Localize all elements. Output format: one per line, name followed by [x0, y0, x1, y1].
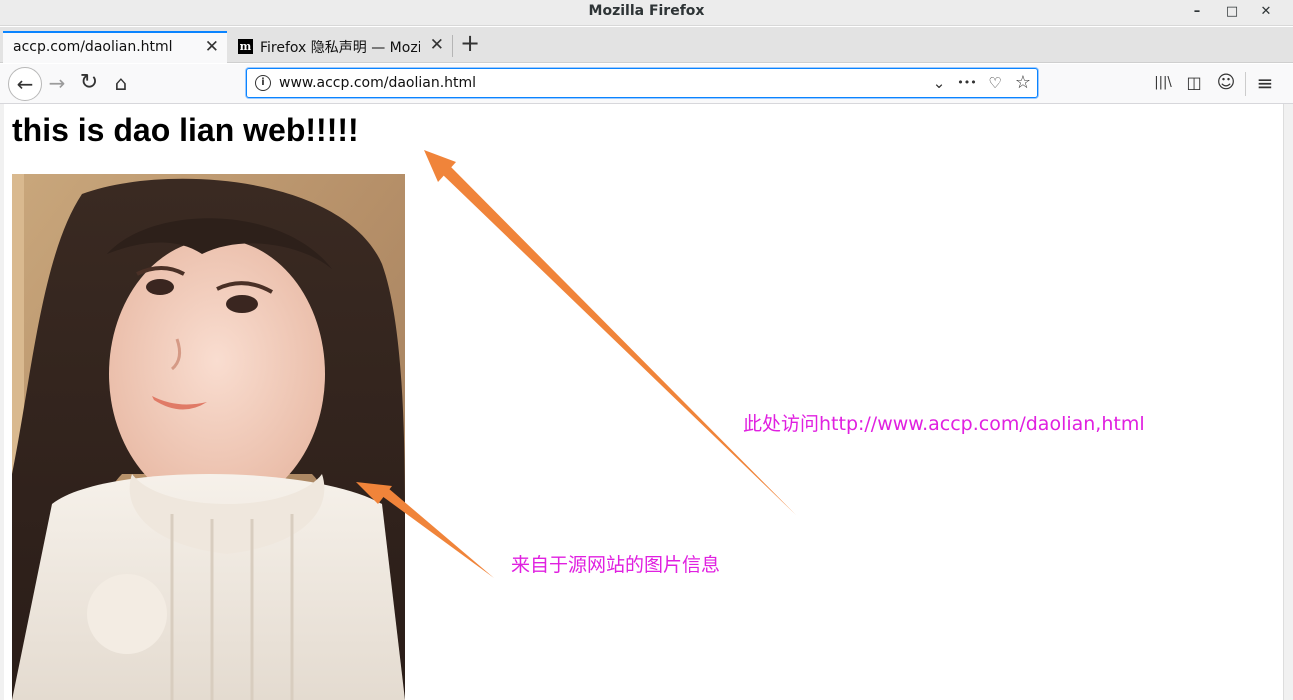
right-edge	[1283, 104, 1293, 700]
reload-button[interactable]: ↻	[74, 68, 104, 98]
chevron-down-icon[interactable]: ⌄	[927, 72, 951, 94]
tab-firefox-privacy[interactable]: m Firefox 隐私声明 — Mozilla ✕	[230, 31, 452, 63]
close-window-button[interactable]: ✕	[1255, 2, 1277, 22]
site-info-icon[interactable]: i	[255, 75, 271, 91]
toolbar-separator	[1245, 72, 1246, 96]
annotation-image-source: 来自于源网站的图片信息	[511, 554, 721, 576]
close-tab-icon[interactable]: ✕	[430, 35, 444, 55]
arrow-to-heading-shaft	[442, 166, 796, 515]
pocket-icon[interactable]: ♡	[983, 72, 1007, 94]
mozilla-favicon-icon: m	[238, 39, 253, 54]
annotation-access-url: 此处访问http://www.accp.com/daolian,html	[743, 413, 1145, 435]
hotlinked-photo	[12, 174, 405, 700]
page-heading: this is dao lian web!!!!!	[12, 112, 359, 148]
tab-label: Firefox 隐私声明 — Mozilla	[260, 40, 420, 56]
library-icon[interactable]: |||\	[1150, 70, 1176, 96]
minimize-button[interactable]: –	[1186, 2, 1208, 22]
close-tab-icon[interactable]: ✕	[205, 37, 219, 57]
navigation-toolbar: ← → ↻ ⌂ i ⌄ ••• ♡ ☆ |||\ ◫ ☺ ≡	[0, 64, 1293, 104]
page-actions-icon[interactable]: •••	[955, 72, 979, 94]
tab-label: accp.com/daolian.html	[13, 39, 173, 55]
arrow-to-heading-head	[424, 150, 456, 182]
maximize-button[interactable]: □	[1221, 2, 1243, 22]
photo-illustration	[12, 174, 405, 700]
tab-separator	[452, 35, 453, 57]
back-button[interactable]: ←	[8, 67, 42, 101]
menu-icon[interactable]: ≡	[1252, 70, 1278, 96]
url-bar[interactable]: i ⌄ ••• ♡ ☆	[246, 68, 1038, 98]
window-titlebar: Mozilla Firefox – □ ✕	[0, 0, 1293, 26]
account-icon[interactable]: ☺	[1213, 70, 1239, 96]
window-title: Mozilla Firefox	[588, 3, 705, 19]
forward-button[interactable]: →	[42, 68, 72, 98]
url-input[interactable]	[279, 72, 919, 94]
sidebar-icon[interactable]: ◫	[1181, 70, 1207, 96]
bookmark-star-icon[interactable]: ☆	[1011, 72, 1035, 94]
page-content: this is dao lian web!!!!! 此处访问http://www…	[4, 104, 1283, 700]
tab-daolian[interactable]: accp.com/daolian.html ✕	[3, 31, 227, 63]
tab-strip: accp.com/daolian.html ✕ m Firefox 隐私声明 —…	[0, 27, 1293, 63]
home-button[interactable]: ⌂	[106, 68, 136, 98]
new-tab-button[interactable]: +	[458, 29, 482, 57]
